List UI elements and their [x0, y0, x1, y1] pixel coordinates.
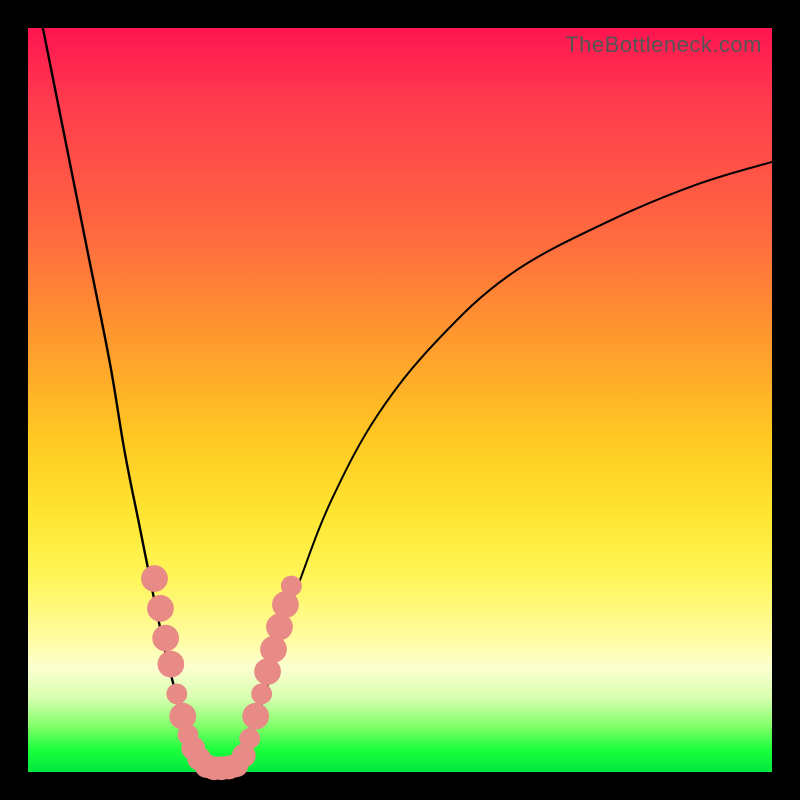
marker-dot: [281, 576, 302, 597]
marker-dot: [251, 683, 272, 704]
marker-dot: [157, 651, 184, 678]
chart-svg: [28, 28, 772, 772]
marker-dot: [166, 683, 187, 704]
curve-right-curve: [236, 162, 772, 768]
marker-dot: [242, 703, 269, 730]
series-group: [43, 28, 772, 771]
marker-dot: [141, 565, 168, 592]
marker-dot: [147, 595, 174, 622]
marker-group: [141, 565, 302, 780]
chart-frame: TheBottleneck.com: [0, 0, 800, 800]
marker-dot: [266, 614, 293, 641]
marker-dot: [239, 728, 260, 749]
marker-dot: [152, 625, 179, 652]
plot-area: TheBottleneck.com: [28, 28, 772, 772]
marker-dot: [254, 658, 281, 685]
marker-dot: [260, 636, 287, 663]
